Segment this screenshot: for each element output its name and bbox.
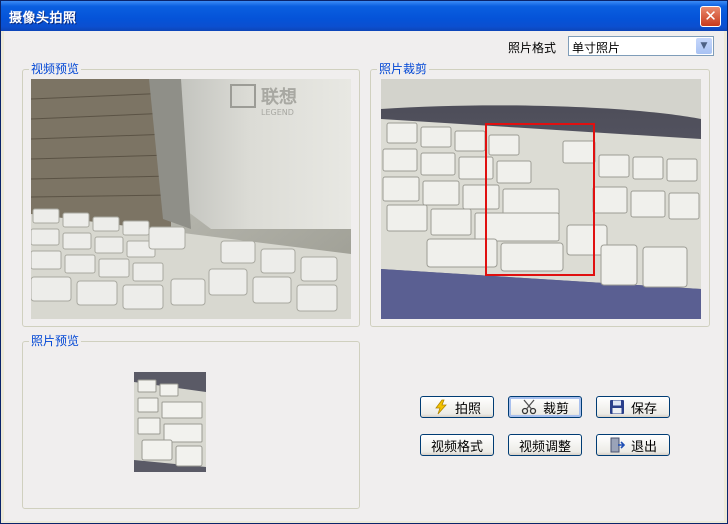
dialog-body: 照片格式 单寸照片 ▼ 视频预览 联想 LEGEND 照片裁剪 照片预览 拍照 … <box>4 31 724 521</box>
dialog-window: 摄像头拍照 ✕ 照片格式 单寸照片 ▼ 视频预览 联想 LEGEND 照片裁剪 … <box>0 0 728 524</box>
capture-button[interactable]: 拍照 <box>420 396 494 418</box>
exit-button[interactable]: 退出 <box>596 434 670 456</box>
lightning-icon <box>435 399 447 415</box>
video-adjust-button-label: 视频调整 <box>518 439 571 455</box>
video-preview-group: 视频预览 联想 LEGEND <box>22 62 360 327</box>
capture-button-label: 拍照 <box>454 401 481 417</box>
monitor-brand-logo: 联想 <box>261 86 297 108</box>
exit-button-label: 退出 <box>630 439 657 455</box>
floppy-disk-icon <box>609 400 624 414</box>
scissors-icon <box>521 399 537 415</box>
photo-format-value: 单寸照片 <box>572 41 621 55</box>
chevron-down-icon[interactable]: ▼ <box>696 38 712 54</box>
title-bar[interactable]: 摄像头拍照 ✕ <box>1 1 727 31</box>
photo-crop-group: 照片裁剪 <box>370 62 710 327</box>
photo-crop-label: 照片裁剪 <box>377 62 430 76</box>
save-button-label: 保存 <box>630 401 657 417</box>
exit-door-icon <box>610 437 625 453</box>
photo-preview-image <box>134 372 206 472</box>
photo-format-label: 照片格式 <box>508 41 557 55</box>
window-title: 摄像头拍照 <box>9 11 77 26</box>
photo-format-select[interactable]: 单寸照片 ▼ <box>568 36 714 56</box>
crop-button-label: 裁剪 <box>542 401 569 417</box>
video-preview-frame: 联想 LEGEND <box>31 79 351 319</box>
monitor-brand-logo-en: LEGEND <box>261 108 294 117</box>
video-preview-image: 联想 LEGEND <box>31 79 351 319</box>
close-icon[interactable]: ✕ <box>700 6 721 27</box>
photo-preview-label: 照片预览 <box>29 334 82 348</box>
video-adjust-button[interactable]: 视频调整 <box>508 434 582 456</box>
crop-button[interactable]: 裁剪 <box>508 396 582 418</box>
video-preview-label: 视频预览 <box>29 62 82 76</box>
photo-preview-group: 照片预览 <box>22 334 360 509</box>
save-button[interactable]: 保存 <box>596 396 670 418</box>
crop-image <box>381 79 701 319</box>
crop-image-frame[interactable] <box>381 79 701 319</box>
video-format-button-label: 视频格式 <box>430 439 483 455</box>
video-format-button[interactable]: 视频格式 <box>420 434 494 456</box>
